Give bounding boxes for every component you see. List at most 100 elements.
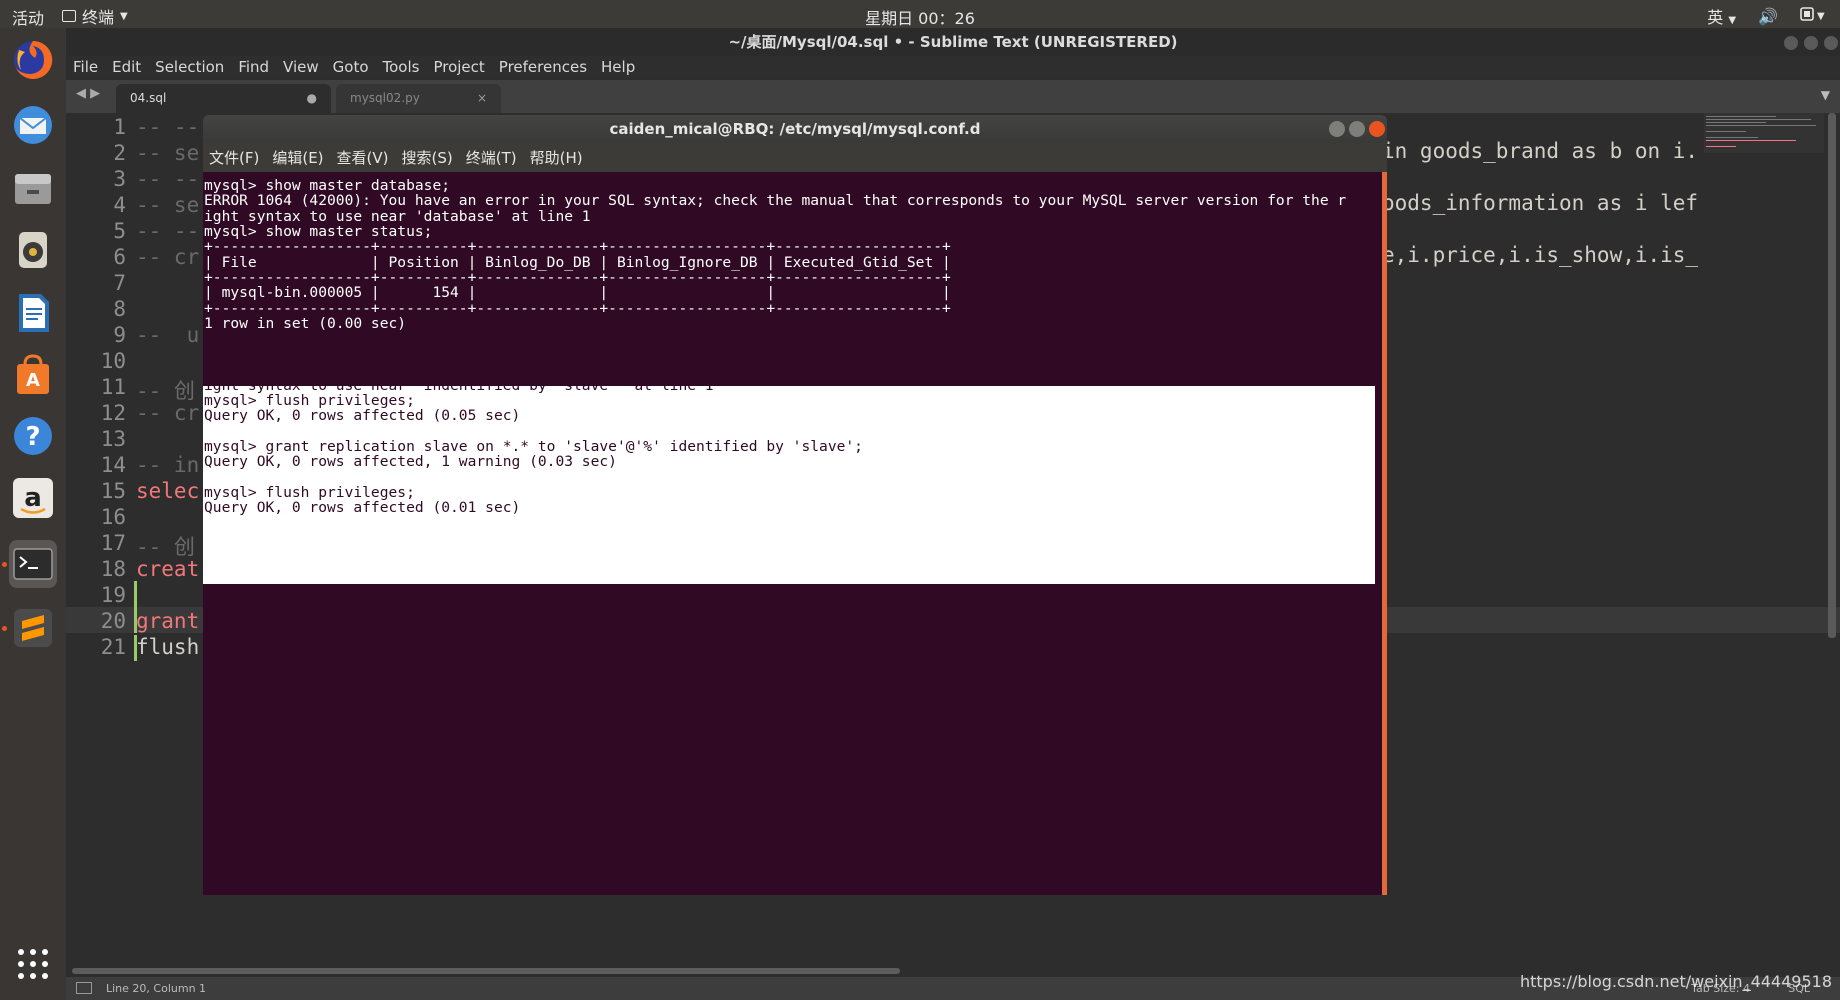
menu-help[interactable]: Help — [601, 58, 635, 76]
code-fragment: oods_information as i lef — [1382, 191, 1699, 215]
top-bar: 活动 终端 ▼ 星期日 00：26 英 ▼ 🔊 ▼ — [0, 0, 1840, 28]
amazon-launcher[interactable]: a — [9, 474, 57, 522]
help-launcher[interactable]: ? — [9, 412, 57, 460]
minimize-button[interactable] — [1784, 36, 1798, 50]
code-line: flush — [136, 635, 200, 659]
line-number: 21 — [100, 635, 126, 659]
tab-label: 04.sql — [130, 91, 167, 105]
sublime-tab-bar: ◀ ▶ 04.sql ● mysql02.py × ▼ — [66, 80, 1840, 113]
menu-file[interactable]: File — [73, 58, 98, 76]
menu-goto[interactable]: Goto — [333, 58, 369, 76]
menu-edit-cn[interactable]: 编辑(E) — [272, 147, 323, 168]
line-number: 12 — [100, 401, 126, 425]
firefox-icon — [14, 40, 53, 79]
horizontal-scrollbar[interactable] — [72, 968, 900, 974]
running-indicator — [2, 562, 7, 567]
terminal-line: Query OK, 0 rows affected, 1 warning (0.… — [204, 453, 617, 471]
terminal-line: Query OK, 0 rows affected (0.01 sec) — [204, 499, 521, 517]
line-number: 1 — [113, 115, 126, 139]
writer-launcher[interactable] — [9, 288, 57, 336]
panel-toggle-icon[interactable] — [76, 982, 92, 994]
menu-find[interactable]: Find — [238, 58, 269, 76]
menu-terminal-cn[interactable]: 终端(T) — [466, 147, 517, 168]
volume-icon[interactable]: 🔊 — [1758, 7, 1778, 26]
terminal-close-button[interactable] — [1369, 121, 1385, 137]
line-number: 9 — [113, 323, 126, 347]
software-center-launcher[interactable]: A — [9, 350, 57, 398]
input-method-indicator[interactable]: 英 ▼ — [1707, 4, 1736, 28]
tab-nav-arrows-icon[interactable]: ◀ ▶ — [76, 86, 100, 101]
sublime-text-icon — [14, 609, 52, 647]
terminal-window: caiden_mical@RBQ: /etc/mysql/mysql.conf.… — [203, 115, 1387, 895]
mail-icon — [14, 106, 52, 144]
speaker-icon — [19, 232, 47, 268]
menu-project[interactable]: Project — [433, 58, 484, 76]
watermark: https://blog.csdn.net/weixin_44449518 — [1519, 972, 1832, 991]
terminal-title-bar[interactable]: caiden_mical@RBQ: /etc/mysql/mysql.conf.… — [203, 115, 1387, 143]
menu-help-cn[interactable]: 帮助(H) — [530, 147, 583, 168]
code-line: -- u — [136, 323, 200, 347]
line-number: 5 — [113, 219, 126, 243]
unsaved-dot-icon[interactable]: ● — [307, 84, 317, 113]
terminal-app-icon — [62, 10, 76, 22]
line-number: 8 — [113, 297, 126, 321]
code-line: -- cr — [136, 401, 200, 425]
app-menu-label: 终端 — [82, 8, 115, 27]
rhythmbox-launcher[interactable] — [9, 226, 57, 274]
help-icon: ? — [14, 417, 52, 455]
chevron-down-icon: ▼ — [120, 10, 128, 22]
close-tab-icon[interactable]: × — [477, 84, 487, 113]
clock[interactable]: 星期日 00：26 — [0, 5, 1840, 29]
thunderbird-launcher[interactable] — [9, 101, 57, 149]
shopping-bag-icon: A — [17, 354, 49, 394]
code-line: -- -- — [136, 115, 200, 139]
line-number: 16 — [100, 505, 126, 529]
code-line: grant — [136, 609, 200, 633]
power-menu[interactable]: ▼ — [1800, 6, 1826, 26]
terminal-title: caiden_mical@RBQ: /etc/mysql/mysql.conf.… — [609, 120, 981, 138]
menu-selection[interactable]: Selection — [155, 58, 224, 76]
amazon-icon: a — [13, 478, 53, 518]
terminal-icon — [13, 548, 53, 580]
menu-file-cn[interactable]: 文件(F) — [209, 147, 259, 168]
firefox-launcher[interactable] — [9, 36, 57, 84]
line-number: 19 — [100, 583, 126, 607]
menu-tools[interactable]: Tools — [383, 58, 420, 76]
show-applications-button[interactable] — [9, 940, 57, 988]
document-icon — [19, 294, 49, 332]
code-line: -- cr — [136, 245, 200, 269]
menu-view[interactable]: View — [283, 58, 319, 76]
terminal-maximize-button[interactable] — [1349, 121, 1365, 137]
code-fragment: in goods_brand as b on i. — [1382, 139, 1699, 163]
menu-edit[interactable]: Edit — [112, 58, 141, 76]
code-line: -- -- — [136, 219, 200, 243]
activities-button[interactable]: 活动 — [12, 5, 44, 29]
line-number: 17 — [100, 531, 126, 555]
code-line: -- se — [136, 193, 200, 217]
maximize-button[interactable] — [1804, 36, 1818, 50]
files-launcher[interactable] — [9, 164, 57, 212]
app-menu-terminal[interactable]: 终端 ▼ — [62, 4, 128, 28]
vertical-scrollbar[interactable] — [1828, 113, 1836, 638]
file-cabinet-icon — [15, 174, 51, 204]
terminal-minimize-button[interactable] — [1329, 121, 1345, 137]
menu-preferences[interactable]: Preferences — [499, 58, 587, 76]
terminal-launcher[interactable] — [9, 540, 57, 588]
sublime-launcher[interactable] — [9, 604, 57, 652]
mysql-prompt: mysql> — [204, 530, 275, 548]
cursor-position: Line 20, Column 1 — [106, 982, 207, 995]
menu-search-cn[interactable]: 搜索(S) — [402, 147, 453, 168]
window-edge — [1382, 172, 1387, 895]
close-button[interactable] — [1824, 36, 1838, 50]
minimap[interactable] — [1704, 113, 1824, 153]
tab-dropdown-icon[interactable]: ▼ — [1821, 88, 1830, 102]
line-number: 20 — [100, 609, 126, 633]
svg-text:a: a — [24, 483, 42, 513]
tab-mysql02-py[interactable]: mysql02.py × — [336, 84, 501, 113]
menu-view-cn[interactable]: 查看(V) — [337, 147, 389, 168]
tab-04-sql[interactable]: 04.sql ● — [116, 84, 331, 113]
text-cursor — [265, 530, 275, 547]
terminal-output[interactable]: mysql> show master database; ERROR 1064 (… — [203, 172, 1387, 895]
battery-icon: ▼ — [1800, 7, 1825, 22]
line-number: 3 — [113, 167, 126, 191]
